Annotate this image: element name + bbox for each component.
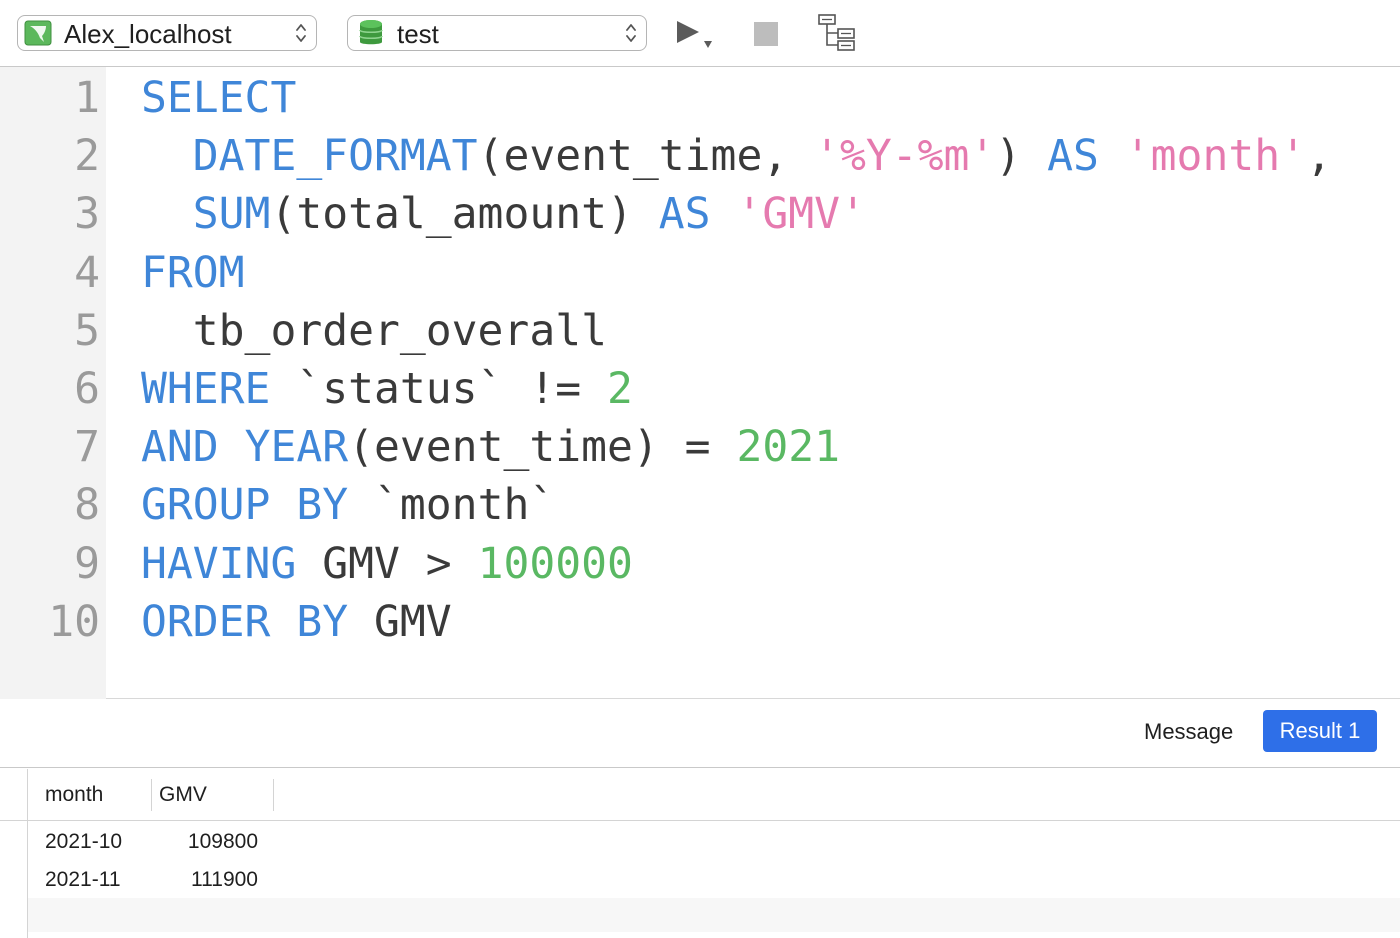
line-number: 5 [74,305,100,356]
code-text: FROM [141,248,245,298]
connection-selector[interactable]: Alex_localhost [17,15,317,51]
code-token: (event_time) = [348,422,737,473]
code-token: GMV > [296,538,478,589]
code-token: 100000 [477,538,633,589]
code-token: HAVING [141,538,297,589]
code-token: 'month' [1124,131,1306,182]
code-token: `month` [348,480,556,531]
code-text: DATE_FORMAT(event_time, '%Y-%m') AS 'mon… [141,131,1332,181]
code-line[interactable]: 10 ORDER BY GMV [0,597,1400,655]
code-token: AND [141,422,219,473]
code-line[interactable]: 8 GROUP BY `month` [0,480,1400,538]
result-tabs: Message Result 1 [0,700,1400,768]
tab-result-1[interactable]: Result 1 [1263,710,1377,752]
database-name: test [397,19,439,49]
sql-editor[interactable]: 1 SELECT 2 DATE_FORMAT(event_time, '%Y-%m'… [0,67,1400,699]
code-token: AS [658,189,711,240]
code-token: GMV [348,596,452,647]
code-token: 2021 [736,422,841,473]
code-token: 2 [607,364,633,414]
database-icon [359,20,383,45]
code-text: HAVING GMV > 100000 [141,539,633,589]
code-line[interactable]: 4 FROM [0,248,1400,306]
code-token: GROUP [141,480,271,531]
connection-name: Alex_localhost [64,19,232,49]
updown-chevron-icon [626,24,636,42]
code-token: YEAR [244,422,349,473]
code-token: (event_time, [477,131,815,182]
explain-button[interactable] [816,13,858,53]
cell-gmv: 111900 [191,868,258,891]
code-text: ORDER BY GMV [141,597,452,647]
result-grid: month GMV 2021-10 109800 2021-11 111900 [0,769,1400,938]
code-token: SUM [192,189,271,240]
code-text: AND YEAR(event_time) = 2021 [141,422,840,472]
column-header-gmv[interactable]: GMV [159,780,207,810]
empty-row [28,898,1400,932]
toolbar: Alex_localhost test [0,0,1400,67]
code-text: WHERE `status` != 2 [141,364,633,414]
column-divider[interactable] [273,779,274,811]
line-number: 7 [74,422,100,473]
line-number: 4 [74,247,100,298]
code-token: AS [1047,131,1099,182]
code-line[interactable]: 5 tb_order_overall [0,306,1400,364]
stop-icon [754,22,778,46]
code-token: DATE_FORMAT [192,131,478,182]
cell-month: 2021-11 [45,868,121,891]
line-number: 3 [74,189,100,240]
play-icon [677,21,712,48]
line-number: 9 [74,538,100,589]
grid-header: month GMV [0,769,1400,821]
table-row[interactable]: 2021-10 109800 [28,823,1400,861]
code-line[interactable]: 9 HAVING GMV > 100000 [0,539,1400,597]
database-selector[interactable]: test [347,15,647,51]
run-query-button[interactable] [672,18,722,54]
column-divider[interactable] [151,779,152,811]
code-token: SELECT [141,73,297,123]
code-token: tb_order_overall [141,305,607,356]
code-token: `status` != [270,364,607,414]
code-line[interactable]: 2 DATE_FORMAT(event_time, '%Y-%m') AS 'm… [0,131,1400,189]
updown-chevron-icon [296,24,306,42]
table-row[interactable]: 2021-11 111900 [28,861,1400,899]
code-line[interactable]: 6 WHERE `status` != 2 [0,364,1400,422]
cell-month: 2021-10 [45,830,123,853]
code-line[interactable]: 7 AND YEAR(event_time) = 2021 [0,422,1400,480]
code-token: ) [995,131,1048,182]
column-header-month[interactable]: month [45,780,103,810]
cell-gmv: 109800 [187,830,258,853]
code-token: '%Y-%m' [814,131,996,182]
code-text: tb_order_overall [141,306,607,356]
code-line[interactable]: 3 SUM(total_amount) AS 'GMV' [0,189,1400,247]
code-token: FROM [141,247,245,298]
code-token: WHERE [141,364,271,414]
line-number: 8 [74,480,100,531]
code-line[interactable]: 1 SELECT [0,73,1400,131]
tab-message[interactable]: Message [1130,712,1247,752]
code-text: GROUP BY `month` [141,480,555,530]
line-number: 6 [74,364,100,414]
code-token: , [1306,131,1332,182]
explain-tree-icon [818,14,855,51]
code-token: BY [296,480,349,531]
stop-query-button[interactable] [752,20,780,48]
code-token: BY [296,596,349,647]
code-token: ORDER [141,596,271,647]
mysql-connection-icon [24,20,52,46]
code-token: (total_amount) [270,189,659,240]
code-text: SELECT [141,73,296,123]
line-number: 1 [74,73,100,123]
code-token: 'GMV' [736,189,866,240]
line-number: 10 [48,596,100,647]
line-number: 2 [74,131,100,182]
code-text: SUM(total_amount) AS 'GMV' [141,189,866,239]
